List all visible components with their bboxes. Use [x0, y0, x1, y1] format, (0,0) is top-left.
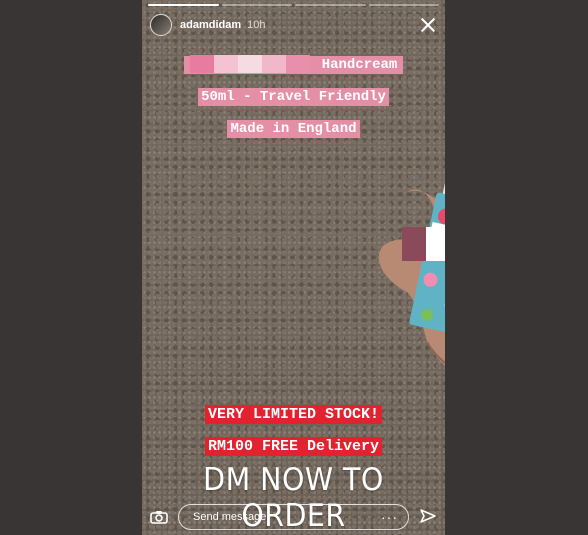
caption-delivery: RM100 FREE Delivery [142, 437, 445, 456]
story-header: adamdidam 10h [150, 12, 437, 38]
progress-segment [295, 4, 366, 6]
caption-handcream-text: Handcream [321, 56, 398, 73]
caption-size: 50ml - Travel Friendly [142, 87, 445, 106]
progress-segment [148, 4, 219, 6]
close-icon[interactable] [419, 16, 437, 34]
redacted-brand-blur [187, 54, 313, 74]
username[interactable]: adamdidam [180, 19, 241, 31]
send-icon[interactable] [419, 508, 437, 526]
caption-pink-label: Handcream [183, 54, 404, 74]
progress-segment [221, 4, 292, 6]
story-footer: Send message ··· [142, 499, 445, 535]
progress-segment [368, 4, 439, 6]
caption-product-name: Handcream [142, 54, 445, 74]
story-viewer[interactable]: adamdidam 10h Handcream 50ml - Travel Fr… [142, 0, 445, 535]
caption-pink-label: 50ml - Travel Friendly [198, 88, 389, 106]
caption-red-label: VERY LIMITED STOCK! [204, 405, 383, 424]
hand-holding-tube-illustration [378, 183, 445, 366]
caption-pink-label: Made in England [227, 120, 360, 138]
caption-red-label: RM100 FREE Delivery [204, 437, 383, 456]
more-icon[interactable]: ··· [381, 509, 398, 525]
send-message-input[interactable]: Send message ··· [178, 504, 409, 530]
story-progress-bar [148, 4, 439, 6]
product-photo [367, 172, 445, 412]
caption-limited-stock: VERY LIMITED STOCK! [142, 405, 445, 424]
send-message-placeholder: Send message [193, 511, 267, 523]
avatar[interactable] [150, 14, 172, 36]
camera-icon[interactable] [150, 510, 168, 524]
caption-origin: Made in England [142, 119, 445, 138]
post-time: 10h [247, 19, 266, 31]
